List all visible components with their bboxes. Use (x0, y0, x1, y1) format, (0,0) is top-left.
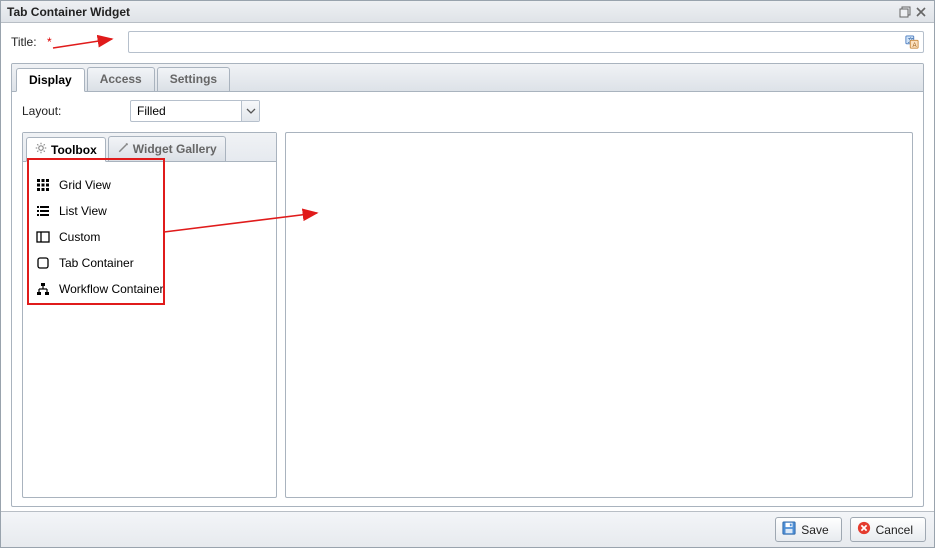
titlebar: Tab Container Widget (1, 1, 934, 23)
toolbox-item-label: List View (59, 204, 107, 218)
toolbox-item-list-view[interactable]: List View (31, 198, 268, 224)
columns-icon (35, 229, 51, 245)
title-field-row: Title: * 文A (11, 31, 924, 53)
panels: Toolbox Widget Gallery (22, 132, 913, 498)
required-asterisk: * (47, 35, 52, 49)
grid-icon (35, 177, 51, 193)
title-input-wrap: 文A (128, 31, 924, 53)
disk-icon (782, 521, 796, 538)
layout-label: Layout: (22, 104, 130, 118)
toolbox-item-label: Tab Container (59, 256, 134, 270)
gear-icon (35, 142, 47, 157)
title-input[interactable] (128, 31, 924, 53)
window-close-icon[interactable] (914, 5, 928, 19)
window-controls (898, 5, 928, 19)
left-panel: Toolbox Widget Gallery (22, 132, 277, 498)
right-panel-canvas[interactable] (285, 132, 913, 498)
toolbox-item-label: Grid View (59, 178, 111, 192)
inner-tab-widget-gallery[interactable]: Widget Gallery (108, 136, 226, 161)
toolbox-item-tab-container[interactable]: Tab Container (31, 250, 268, 276)
footer: Save Cancel (1, 511, 934, 547)
window: Tab Container Widget Title: * 文A Display (0, 0, 935, 548)
square-icon (35, 255, 51, 271)
window-body: Title: * 文A Display Access Settings Layo… (1, 23, 934, 511)
chevron-down-icon[interactable] (241, 101, 259, 121)
window-title: Tab Container Widget (7, 5, 130, 19)
layout-row: Layout: (22, 100, 913, 122)
wand-icon (117, 142, 129, 157)
toolbox-item-workflow-container[interactable]: Workflow Container (31, 276, 268, 302)
main-tab-container: Display Access Settings Layout: (11, 63, 924, 507)
display-tab-body: Layout: (12, 92, 923, 506)
inner-tabstrip: Toolbox Widget Gallery (23, 133, 276, 162)
inner-tab-toolbox[interactable]: Toolbox (26, 137, 106, 162)
tab-display[interactable]: Display (16, 68, 85, 92)
cancel-button[interactable]: Cancel (850, 517, 926, 542)
toolbox-item-label: Custom (59, 230, 100, 244)
window-restore-icon[interactable] (898, 5, 912, 19)
toolbox-item-grid-view[interactable]: Grid View (31, 172, 268, 198)
tab-settings[interactable]: Settings (157, 67, 230, 91)
save-button[interactable]: Save (775, 517, 841, 542)
close-icon (857, 521, 871, 538)
hierarchy-icon (35, 281, 51, 297)
list-icon (35, 203, 51, 219)
title-label: Title: (11, 35, 47, 49)
toolbox-item-label: Workflow Container (59, 282, 163, 296)
toolbox-body: Grid View List View (23, 162, 276, 497)
layout-select[interactable] (130, 100, 260, 122)
translate-icon[interactable]: 文A (904, 34, 920, 50)
tab-access[interactable]: Access (87, 67, 155, 91)
toolbox-item-custom[interactable]: Custom (31, 224, 268, 250)
main-tabstrip: Display Access Settings (12, 64, 923, 92)
